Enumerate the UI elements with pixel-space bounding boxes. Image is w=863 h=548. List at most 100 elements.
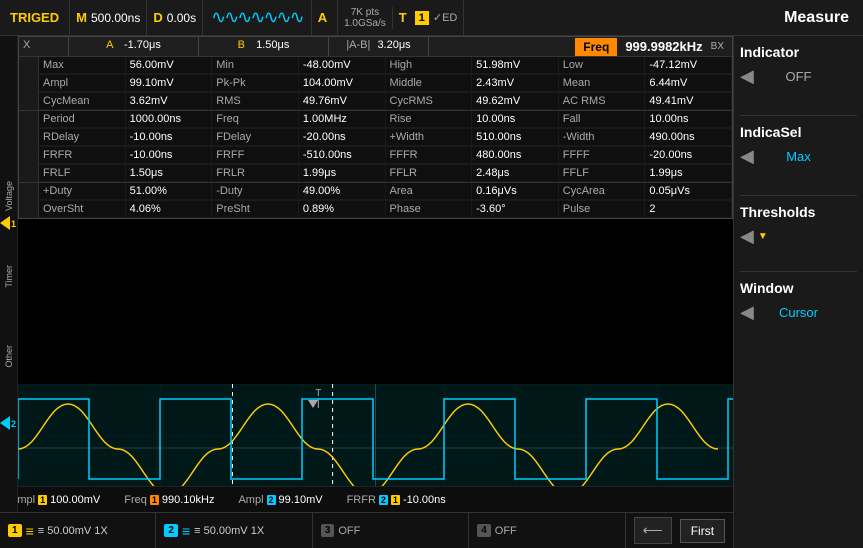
sample-info: 7K pts 1.0GSa/s: [338, 7, 393, 29]
timer-row-1: Period 1000.00ns Freq 1.00MHz Rise 10.00…: [39, 111, 732, 129]
window-left-arrow[interactable]: ◀: [740, 302, 754, 323]
toolbar: TRIGED M 500.00ns D 0.00s ∿∿∿∿∿∿∿ A 7K p…: [0, 0, 863, 36]
ch1-badge2: 1: [391, 495, 400, 505]
ch3-num: 3: [321, 524, 335, 537]
right-panel: Indicator ◀ OFF ▶ IndicaSel ◀ Max ▶ Thre…: [733, 36, 863, 548]
window-section: Window ◀ Cursor ▶: [740, 280, 857, 327]
indicasel-left-arrow[interactable]: ◀: [740, 146, 754, 167]
indicator-section: Indicator ◀ OFF ▶: [740, 44, 857, 91]
m-value: 500.00ns: [91, 11, 140, 25]
ch1-wave-icon: ≡: [26, 523, 34, 539]
t-label: T: [399, 10, 407, 25]
max-val: 56.00mV: [126, 57, 213, 74]
timer-section: Period 1000.00ns Freq 1.00MHz Rise 10.00…: [19, 111, 732, 183]
indicasel-value: Max: [786, 149, 811, 164]
freq-label: Freq: [575, 38, 617, 56]
ch2-wave-icon: ≡: [182, 523, 190, 539]
bottom-measurements: Ampl 1 100.00mV Freq 1 990.10kHz Ampl 2 …: [0, 486, 733, 512]
thresholds-section: Thresholds ◀ ▼: [740, 204, 857, 247]
x-cell: X: [19, 37, 69, 56]
voltage-row-3: CycMean 3.62mV RMS 49.76mV CycRMS 49.62m…: [39, 93, 732, 110]
timer-label: [19, 111, 39, 182]
ab-header: |A-B| 3.20μs: [329, 37, 429, 56]
indicasel-row: ◀ Max ▶: [740, 146, 857, 167]
max-label: Max: [39, 57, 126, 74]
thresholds-title: Thresholds: [740, 204, 857, 220]
pts-label: 7K pts: [351, 7, 379, 18]
freq-sub: BX: [711, 41, 724, 52]
channel-buttons-bar: 1 ≡ ≡ 50.00mV 1X 2 ≡ ≡ 50.00mV 1X 3 OFF …: [0, 512, 733, 548]
low-label: Low: [559, 57, 646, 74]
window-title: Window: [740, 280, 857, 296]
d-value: 0.00s: [167, 11, 196, 25]
ch1-button[interactable]: 1 ≡ ≡ 50.00mV 1X: [0, 513, 156, 548]
ch1-label: ≡ 50.00mV 1X: [38, 525, 108, 537]
window-value: Cursor: [779, 305, 818, 320]
other-section: +Duty 51.00% -Duty 49.00% Area 0.16μVs C…: [19, 183, 732, 218]
other-row-1: +Duty 51.00% -Duty 49.00% Area 0.16μVs C…: [39, 183, 732, 201]
timer-row-2: RDelay -10.00ns FDelay -20.00ns +Width 5…: [39, 129, 732, 147]
indicasel-section: IndicaSel ◀ Max ▶: [740, 124, 857, 171]
ch1-badge: 1: [38, 495, 47, 505]
indicator-title: Indicator: [740, 44, 857, 60]
main-area: 1 2 Voltage Timer Other: [0, 36, 863, 548]
frfr-meas: FRFR 2 1 -10.00ns: [347, 494, 446, 506]
timer-row-4: FRLF 1.50μs FRLR 1.99μs FFLR 2.48μs FFLF…: [39, 165, 732, 182]
table-header-row: X A -1.70μs B 1.50μs |A-B| 3.20μs Freq 9…: [19, 37, 732, 57]
waveform-display: ∿∿∿∿∿∿∿: [203, 0, 312, 35]
trig-indicator[interactable]: TRIGED: [4, 0, 70, 35]
svg-text:2: 2: [11, 419, 16, 429]
freq-value: 999.9982kHz: [617, 37, 710, 56]
nav-buttons: ⟵ First: [626, 513, 733, 548]
timer-row-3: FRFR -10.00ns FRFF -510.00ns FFFR 480.00…: [39, 147, 732, 165]
divider-1: [740, 115, 857, 116]
ch3-button[interactable]: 3 OFF: [313, 513, 469, 548]
back-button[interactable]: ⟵: [634, 517, 672, 544]
ch2-label: ≡ 50.00mV 1X: [194, 525, 264, 537]
t-flags: ✓ED: [433, 11, 458, 24]
other-label: [19, 183, 39, 218]
t-num: 1: [415, 11, 429, 25]
voltage-row-2: Ampl 99.10mV Pk-Pk 104.00mV Middle 2.43m…: [39, 75, 732, 93]
ch4-label: OFF: [495, 525, 517, 537]
freq1-meas: Freq 1 990.10kHz: [124, 494, 214, 506]
ch4-button[interactable]: 4 OFF: [469, 513, 625, 548]
other-axis-label: Other: [0, 331, 18, 381]
window-row: ◀ Cursor ▶: [740, 302, 857, 323]
voltage-row-1: Max 56.00mV Min -48.00mV High 51.98mV Lo…: [39, 57, 732, 75]
vertical-labels: 1 2 Voltage Timer Other: [0, 36, 18, 512]
min-val: -48.00mV: [299, 57, 386, 74]
svg-text:T: T: [315, 388, 321, 399]
m-label: M: [76, 10, 87, 25]
measurement-table: X A -1.70μs B 1.50μs |A-B| 3.20μs Freq 9…: [18, 36, 733, 219]
ch2-button[interactable]: 2 ≡ ≡ 50.00mV 1X: [156, 513, 312, 548]
delay-section: D 0.00s: [147, 0, 203, 35]
low-val: -47.12mV: [645, 57, 732, 74]
high-val: 51.98mV: [472, 57, 559, 74]
ch2-badge2: 2: [379, 495, 388, 505]
trig-label: TRIGED: [10, 10, 59, 25]
scope-area: 1 2 Voltage Timer Other: [0, 36, 733, 548]
timebase-section: M 500.00ns: [70, 0, 147, 35]
thresholds-left-arrow[interactable]: ◀: [740, 226, 754, 247]
divider-2: [740, 195, 857, 196]
acquisition-section: A: [312, 0, 338, 35]
thresholds-indicator: ▼: [758, 231, 768, 242]
voltage-section: Max 56.00mV Min -48.00mV High 51.98mV Lo…: [19, 57, 732, 111]
ampl2-meas: Ampl 2 99.10mV: [238, 494, 322, 506]
voltage-cells: Max 56.00mV Min -48.00mV High 51.98mV Lo…: [39, 57, 732, 110]
d-label: D: [153, 10, 162, 25]
high-label: High: [386, 57, 473, 74]
min-label: Min: [212, 57, 299, 74]
timer-axis-label: Timer: [0, 236, 18, 316]
first-button[interactable]: First: [680, 519, 725, 543]
thresholds-row: ◀ ▼: [740, 226, 857, 247]
indicator-left-arrow[interactable]: ◀: [740, 66, 754, 87]
ch1-num: 1: [8, 524, 22, 537]
ch1-freq-badge: 1: [150, 495, 159, 505]
a-header: A -1.70μs: [69, 37, 199, 56]
ampl1-meas: Ampl 1 100.00mV: [10, 494, 100, 506]
voltage-label: [19, 57, 39, 110]
indicator-row: ◀ OFF ▶: [740, 66, 857, 87]
ch3-label: OFF: [338, 525, 360, 537]
